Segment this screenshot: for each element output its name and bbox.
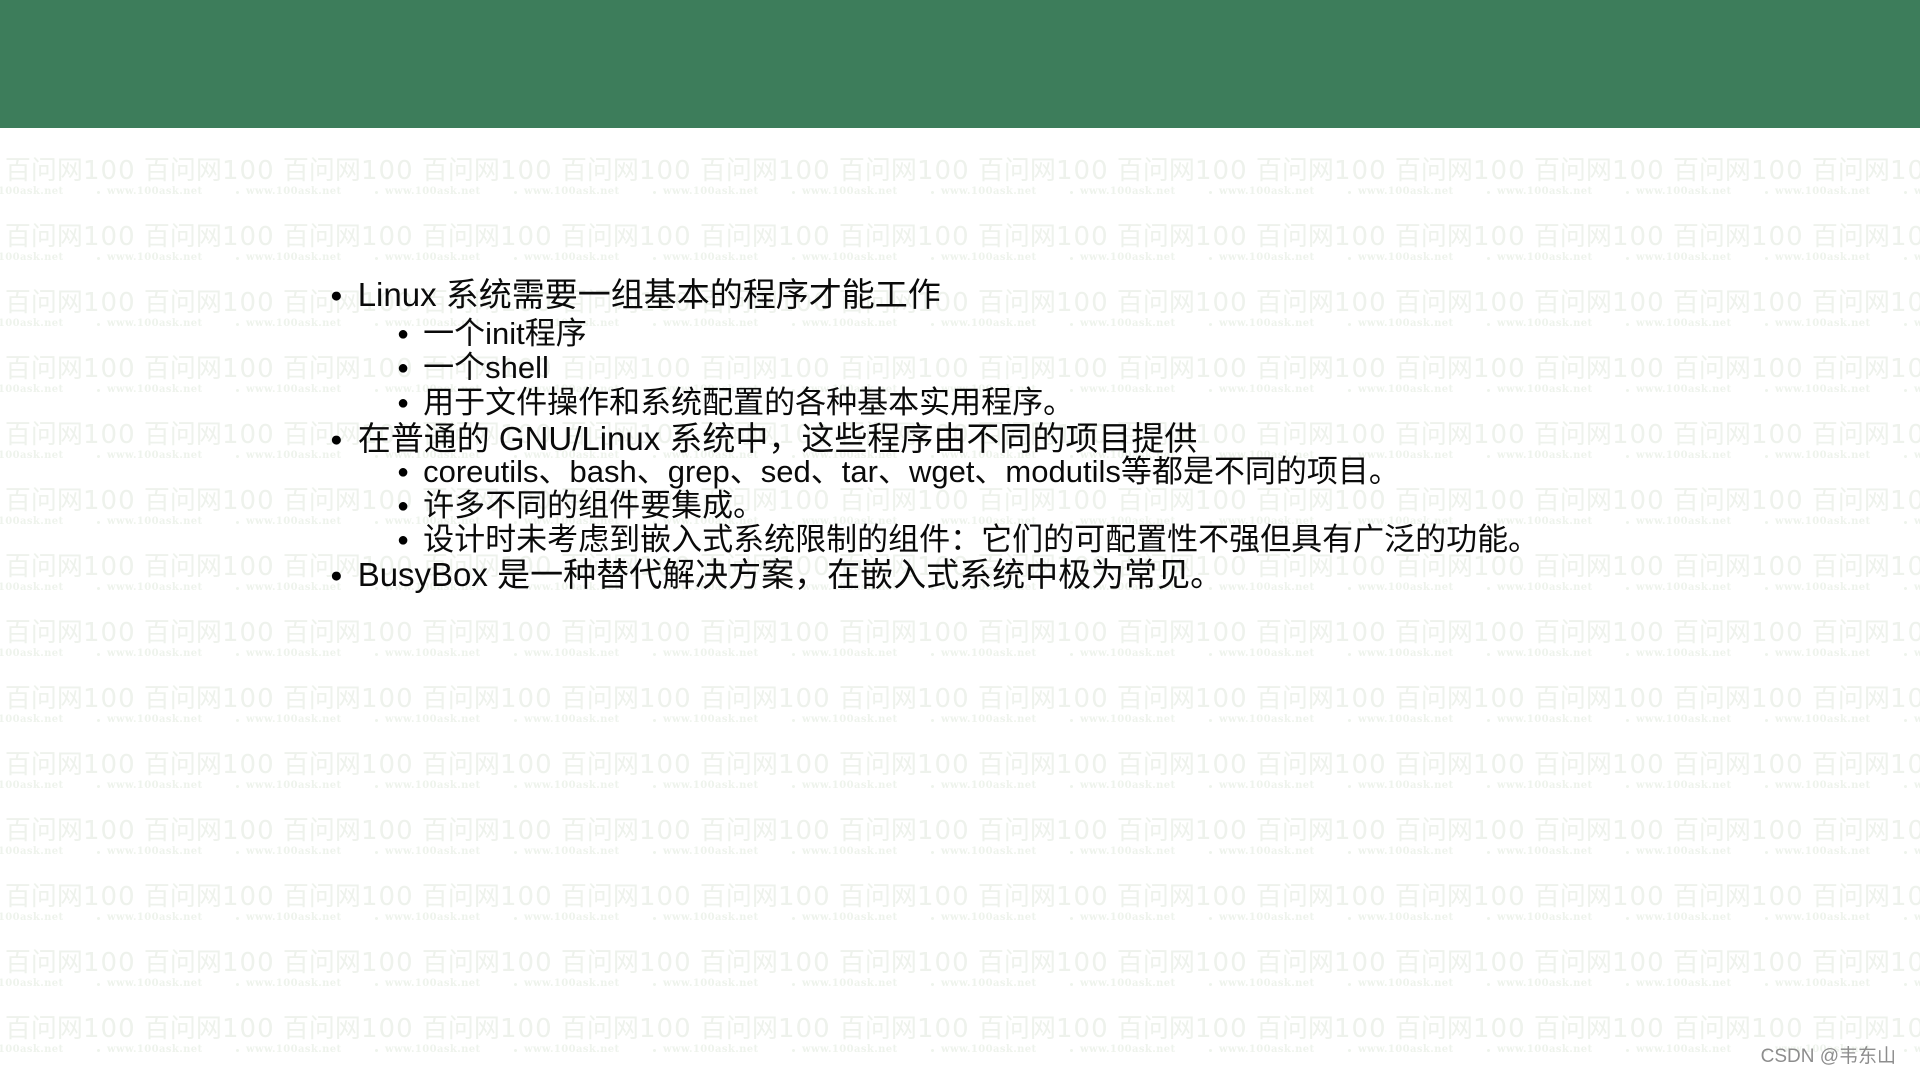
bullet-item-level2: ● 一个shell — [397, 349, 549, 387]
bullet-text: 许多不同的组件要集成。 — [423, 488, 765, 523]
bullet-item-level2: ● 一个init程序 — [397, 315, 587, 353]
bullet-list: ● Linux 系统需要一组基本的程序才能工作 ● 一个init程序 ● 一个shell ●… — [0, 128, 1920, 1080]
bullet-point-icon: ● — [330, 428, 343, 451]
bullet-point-icon: ● — [330, 564, 343, 587]
bullet-point-icon: ● — [330, 284, 343, 307]
bullet-item-level2: ● 许多不同的组件要集成。 — [397, 487, 764, 525]
bullet-point-icon: ● — [397, 495, 410, 517]
bullet-point-icon: ● — [397, 529, 410, 551]
bullet-item-level2: ● 设计时未考虑到嵌入式系统限制的组件：它们的可配置性不强但具有广泛的功能。 — [397, 521, 1539, 559]
bullet-text: BusyBox 是一种替代解决方案，在嵌入式系统中极为常见。 — [357, 556, 1224, 593]
header-band — [0, 0, 1920, 128]
footer-credit: CSDN @韦东山 — [1760, 1046, 1896, 1067]
bullet-item-level1: ● BusyBox 是一种替代解决方案，在嵌入式系统中极为常见。 — [330, 555, 1223, 595]
bullet-point-icon: ● — [397, 461, 410, 483]
bullet-point-icon: ● — [397, 392, 410, 414]
bullet-text: 用于文件操作和系统配置的各种基本实用程序。 — [423, 385, 1075, 420]
bullet-item-level2: ● coreutils、bash、grep、sed、tar、wget、moduti… — [397, 453, 1400, 491]
bullet-text: Linux 系统需要一组基本的程序才能工作 — [357, 276, 941, 313]
bullet-text: 一个shell — [423, 350, 549, 385]
slide-root: 100 百问网www.100ask.net100 百问网www.100ask.n… — [0, 0, 1920, 1080]
bullet-point-icon: ● — [397, 357, 410, 379]
bullet-point-icon: ● — [397, 323, 410, 345]
bullet-text: coreutils、bash、grep、sed、tar、wget、modutil… — [423, 454, 1400, 489]
bullet-item-level2: ● 用于文件操作和系统配置的各种基本实用程序。 — [397, 384, 1074, 422]
bullet-text: 一个init程序 — [423, 316, 587, 351]
bullet-item-level1: ● Linux 系统需要一组基本的程序才能工作 — [330, 275, 941, 315]
bullet-text: 设计时未考虑到嵌入式系统限制的组件：它们的可配置性不强但具有广泛的功能。 — [423, 522, 1540, 557]
